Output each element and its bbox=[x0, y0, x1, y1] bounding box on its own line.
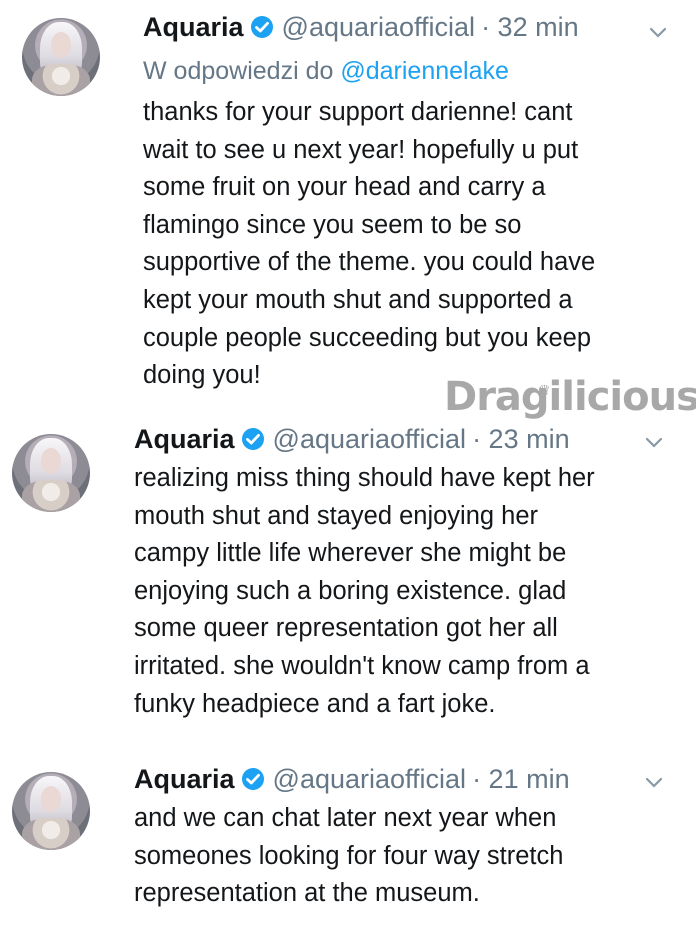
timestamp[interactable]: · 23 min bbox=[472, 422, 570, 456]
chevron-down-icon[interactable] bbox=[644, 436, 664, 450]
tweet-text: and we can chat later next year when som… bbox=[134, 804, 564, 908]
tweet-text: thanks for your support darienne! cant w… bbox=[143, 98, 596, 390]
tweet-text: realizing miss thing should have kept he… bbox=[134, 464, 595, 718]
tweet-header: Aquaria @aquariaofficial · 21 min bbox=[134, 762, 570, 796]
avatar[interactable] bbox=[12, 434, 90, 512]
verified-badge-icon bbox=[250, 16, 273, 38]
chevron-down-icon[interactable] bbox=[648, 26, 668, 40]
watermark: ♛ Dragilicious bbox=[444, 372, 696, 422]
timestamp[interactable]: · 21 min bbox=[472, 762, 570, 796]
handle[interactable]: @aquariaofficial bbox=[282, 10, 476, 44]
tweet-header: Aquaria @aquariaofficial · 32 min bbox=[143, 10, 579, 44]
watermark-text: Dragilicious bbox=[444, 374, 696, 420]
reply-mention-link[interactable]: @dariennelake bbox=[340, 57, 509, 85]
display-name[interactable]: Aquaria bbox=[134, 762, 235, 796]
timestamp[interactable]: · 32 min bbox=[481, 10, 579, 44]
avatar[interactable] bbox=[12, 772, 90, 850]
handle[interactable]: @aquariaofficial bbox=[273, 422, 467, 456]
verified-badge-icon bbox=[241, 768, 264, 790]
handle[interactable]: @aquariaofficial bbox=[273, 762, 467, 796]
crown-icon: ♛ bbox=[538, 383, 551, 399]
avatar[interactable] bbox=[22, 18, 100, 96]
tweet-1[interactable]: Aquaria @aquariaofficial · 32 min W odpo… bbox=[0, 0, 696, 410]
verified-badge-icon bbox=[241, 428, 264, 450]
display-name[interactable]: Aquaria bbox=[143, 10, 244, 44]
reply-context: W odpowiedzi do @dariennelake bbox=[143, 54, 509, 88]
reply-prefix: W odpowiedzi do bbox=[143, 57, 334, 85]
tweet-header: Aquaria @aquariaofficial · 23 min bbox=[134, 422, 570, 456]
tweet-2[interactable]: Aquaria @aquariaofficial · 23 min realiz… bbox=[0, 420, 696, 750]
tweet-3[interactable]: Aquaria @aquariaofficial · 21 min and we… bbox=[0, 756, 696, 928]
display-name[interactable]: Aquaria bbox=[134, 422, 235, 456]
chevron-down-icon[interactable] bbox=[644, 776, 664, 790]
